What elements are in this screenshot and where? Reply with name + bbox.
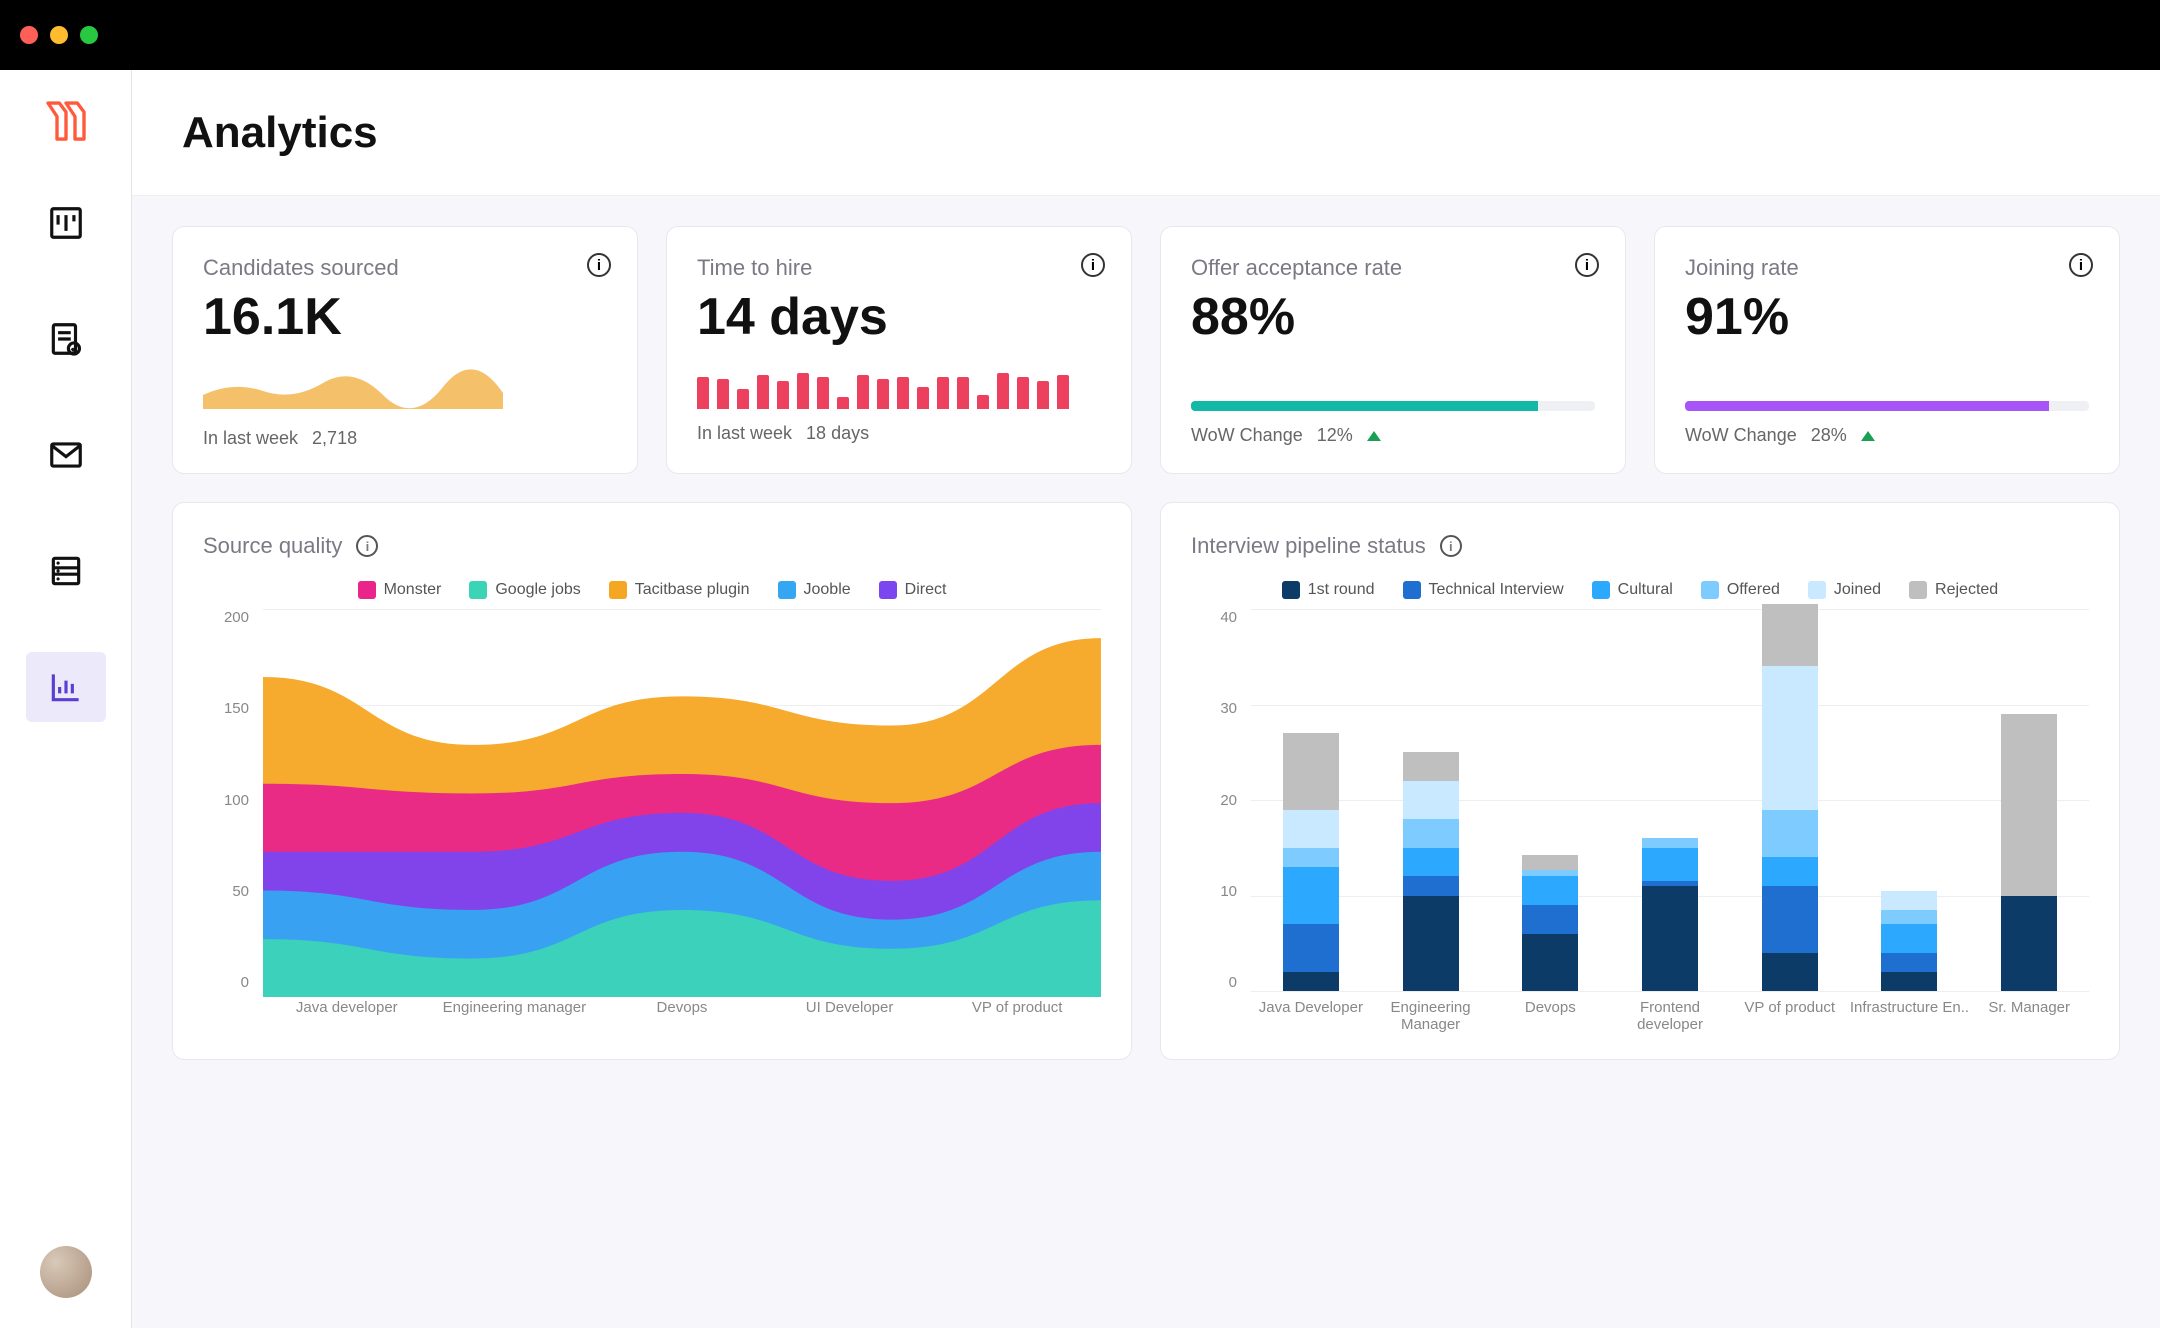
kpi-foot-value: 18 days bbox=[806, 423, 869, 444]
kpi-foot-value: 2,718 bbox=[312, 428, 357, 449]
stacked-bar bbox=[1283, 733, 1339, 991]
source-quality-chart bbox=[263, 609, 1101, 997]
kpi-foot-label: WoW Change bbox=[1191, 425, 1303, 446]
pipeline-chart bbox=[1251, 609, 2089, 991]
legend-item: Cultural bbox=[1592, 581, 1673, 599]
nav-board[interactable] bbox=[26, 188, 106, 258]
sparkline-area bbox=[203, 361, 503, 409]
stacked-bar bbox=[1642, 838, 1698, 991]
kpi-value: 91% bbox=[1685, 287, 2089, 347]
info-icon[interactable]: i bbox=[2069, 253, 2093, 277]
kpi-foot-value: 12% bbox=[1317, 425, 1353, 446]
page-header: Analytics bbox=[132, 70, 2160, 196]
legend-item: Direct bbox=[879, 581, 947, 599]
info-icon[interactable]: i bbox=[1440, 535, 1462, 557]
kpi-label: Candidates sourced bbox=[203, 255, 607, 281]
kpi-label: Time to hire bbox=[697, 255, 1101, 281]
legend-item: Technical Interview bbox=[1403, 581, 1564, 599]
trend-up-icon bbox=[1861, 431, 1875, 441]
maximize-window-button[interactable] bbox=[80, 26, 98, 44]
info-icon[interactable]: i bbox=[1575, 253, 1599, 277]
sparkline-bars bbox=[697, 363, 1101, 409]
nav-mail[interactable] bbox=[26, 420, 106, 490]
trend-up-icon bbox=[1367, 431, 1381, 441]
kpi-card: i Candidates sourced 16.1K In last week … bbox=[172, 226, 638, 474]
kpi-value: 14 days bbox=[697, 287, 1101, 347]
stacked-bar bbox=[1403, 752, 1459, 991]
legend-item: Rejected bbox=[1909, 581, 1998, 599]
app-logo bbox=[39, 94, 93, 148]
source-quality-title: Source quality bbox=[203, 533, 342, 559]
stacked-bar bbox=[1522, 855, 1578, 991]
mail-icon bbox=[47, 436, 85, 474]
legend-item: Monster bbox=[358, 581, 442, 599]
user-avatar[interactable] bbox=[40, 1246, 92, 1298]
sidebar bbox=[0, 70, 132, 1328]
kpi-card: i Time to hire 14 days In last week 18 d… bbox=[666, 226, 1132, 474]
kpi-value: 16.1K bbox=[203, 287, 607, 347]
info-icon[interactable]: i bbox=[356, 535, 378, 557]
kpi-card: i Joining rate 91% WoW Change 28% bbox=[1654, 226, 2120, 474]
board-icon bbox=[47, 204, 85, 242]
kpi-value: 88% bbox=[1191, 287, 1595, 347]
window-titlebar bbox=[0, 0, 2160, 70]
progress-bar bbox=[1191, 401, 1595, 411]
source-quality-card: Source quality i Monster Google jobs Tacit… bbox=[172, 502, 1132, 1060]
info-icon[interactable]: i bbox=[1081, 253, 1105, 277]
database-icon bbox=[47, 552, 85, 590]
stacked-bar bbox=[1762, 604, 1818, 991]
legend-item: Jooble bbox=[778, 581, 851, 599]
stacked-bar bbox=[2001, 714, 2057, 991]
page-title: Analytics bbox=[182, 108, 378, 158]
nav-checklist[interactable] bbox=[26, 304, 106, 374]
kpi-foot-label: WoW Change bbox=[1685, 425, 1797, 446]
legend-item: Joined bbox=[1808, 581, 1881, 599]
kpi-foot-label: In last week bbox=[697, 423, 792, 444]
close-window-button[interactable] bbox=[20, 26, 38, 44]
pipeline-card: Interview pipeline status i 1st round Tec… bbox=[1160, 502, 2120, 1060]
kpi-card: i Offer acceptance rate 88% WoW Change 1… bbox=[1160, 226, 1626, 474]
pipeline-title: Interview pipeline status bbox=[1191, 533, 1426, 559]
legend-item: Tacitbase plugin bbox=[609, 581, 750, 599]
kpi-foot-label: In last week bbox=[203, 428, 298, 449]
progress-bar bbox=[1685, 401, 2089, 411]
analytics-icon bbox=[47, 668, 85, 706]
legend-item: Offered bbox=[1701, 581, 1780, 599]
nav-database[interactable] bbox=[26, 536, 106, 606]
kpi-label: Offer acceptance rate bbox=[1191, 255, 1595, 281]
legend-item: Google jobs bbox=[469, 581, 580, 599]
kpi-label: Joining rate bbox=[1685, 255, 2089, 281]
nav-analytics[interactable] bbox=[26, 652, 106, 722]
minimize-window-button[interactable] bbox=[50, 26, 68, 44]
legend-item: 1st round bbox=[1282, 581, 1375, 599]
checklist-icon bbox=[47, 320, 85, 358]
kpi-foot-value: 28% bbox=[1811, 425, 1847, 446]
info-icon[interactable]: i bbox=[587, 253, 611, 277]
stacked-bar bbox=[1881, 891, 1937, 991]
